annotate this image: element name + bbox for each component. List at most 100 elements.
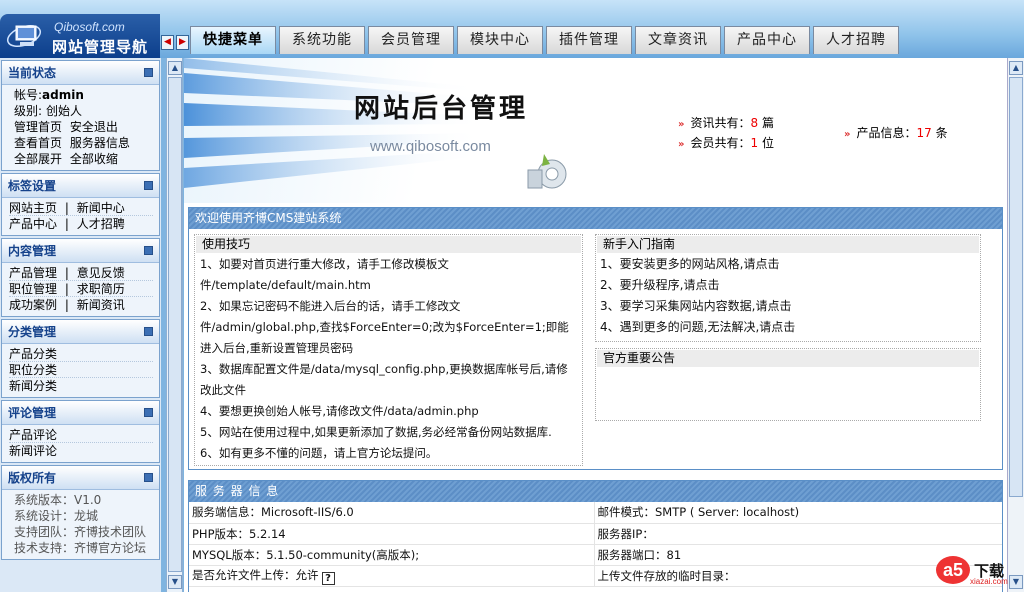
link-site-home[interactable]: 网站主页 (9, 201, 57, 215)
top-tabs: 快捷菜单 系统功能 会员管理 模块中心 插件管理 文章资讯 产品中心 人才招聘 (190, 26, 899, 54)
link-collapse-all[interactable]: 全部收缩 (70, 152, 118, 166)
panel-head-tags[interactable]: 标签设置 (2, 174, 159, 198)
system-version: 系统版本：V1.0 (14, 493, 102, 507)
watermark-logo: a5 (936, 556, 970, 584)
stat-members: » 会员共有：1 位 (678, 134, 774, 151)
link-product-center[interactable]: 产品中心 (9, 217, 57, 231)
link-product-comment[interactable]: 产品评论 (9, 427, 153, 443)
banner: 网站后台管理 www.qibosoft.com » 资讯共有：8 篇 » 会员共有：… (184, 58, 1007, 203)
tips-panel: 使用技巧 1、如要对首页进行重大修改，请手工修改模板文件/template/de… (194, 234, 583, 466)
banner-title: 网站后台管理 (354, 94, 529, 124)
tip-item: 5、网站在使用过程中,如果更新添加了数据,务必经常备份网站数据库. (200, 425, 552, 439)
collapse-left-arrow-icon[interactable]: ◀ (161, 35, 174, 50)
link-view-home[interactable]: 查看首页 (14, 136, 62, 150)
panel-head-category[interactable]: 分类管理 (2, 320, 159, 344)
server-software: 服务端信息：Microsoft-IIS/6.0 (189, 502, 595, 524)
right-scrollbar[interactable]: ▲ ▼ (1007, 58, 1024, 592)
logo-domain: Qibosoft.com (54, 20, 125, 34)
welcome-title: 欢迎使用齐博CMS建站系统 (189, 208, 1002, 229)
link-product-category[interactable]: 产品分类 (9, 346, 153, 362)
panel-head-copyright[interactable]: 版权所有 (2, 466, 159, 490)
top-header: Qibosoft.com 网站管理导航 ◀ ▶ 快捷菜单 系统功能 会员管理 模… (0, 0, 1024, 58)
link-news-category[interactable]: 新闻分类 (9, 378, 153, 394)
link-recruitment[interactable]: 人才招聘 (77, 217, 125, 231)
panel-current-status: 当前状态 帐号:admin 级别: 创始人 管理首页 安全退出 查看首页 服务器信… (1, 60, 160, 171)
tab-products[interactable]: 产品中心 (724, 26, 810, 54)
tips-title: 使用技巧 (196, 236, 581, 253)
logo-title: 网站管理导航 (52, 38, 149, 56)
scroll-thumb[interactable] (1009, 77, 1023, 497)
tab-recruitment[interactable]: 人才招聘 (813, 26, 899, 54)
panel-comment-management: 评论管理 产品评论 新闻评论 (1, 400, 160, 463)
arrow-marker-icon: » (678, 139, 685, 150)
link-product-manage[interactable]: 产品管理 (9, 266, 57, 280)
account-label: 帐号: (14, 88, 43, 102)
stat-unit: 位 (758, 136, 774, 150)
link-feedback[interactable]: 意见反馈 (77, 266, 125, 280)
stat-product-count: 17 (916, 126, 932, 140)
tab-quick-menu[interactable]: 快捷菜单 (190, 26, 276, 54)
link-cases[interactable]: 成功案例 (9, 298, 57, 312)
link-admin-home[interactable]: 管理首页 (14, 120, 62, 134)
scroll-up-icon[interactable]: ▲ (168, 61, 182, 75)
stat-label: 产品信息： (856, 126, 917, 140)
table-row: 是否允许文件上传：允许? 上传文件存放的临时目录： (189, 565, 1002, 587)
scroll-up-icon[interactable]: ▲ (1009, 61, 1023, 75)
stat-label: 会员共有： (690, 136, 751, 150)
scroll-thumb[interactable] (168, 77, 182, 572)
account-value: admin (42, 88, 84, 102)
scroll-down-icon[interactable]: ▼ (168, 575, 182, 589)
panel-head-status[interactable]: 当前状态 (2, 61, 159, 85)
level-value: 创始人 (46, 104, 83, 118)
notice-title: 官方重要公告 (597, 350, 979, 367)
link-news-center[interactable]: 新闻中心 (77, 201, 125, 215)
system-designer: 系统设计：龙城 (14, 509, 99, 523)
collapse-toggle-icon[interactable] (144, 181, 153, 190)
table-row: MYSQL版本：5.1.50-community(高版本); 服务器端口：81 (189, 544, 1002, 566)
tab-system[interactable]: 系统功能 (279, 26, 365, 54)
panel-title: 分类管理 (8, 325, 57, 339)
php-version: PHP版本：5.2.14 (189, 523, 595, 545)
link-server-info[interactable]: 服务器信息 (70, 136, 130, 150)
left-scrollbar[interactable]: ▲ ▼ (166, 58, 183, 592)
expand-right-arrow-icon[interactable]: ▶ (176, 35, 189, 50)
stat-label: 资讯共有： (690, 116, 751, 130)
tab-articles[interactable]: 文章资讯 (635, 26, 721, 54)
tip-item: 1、如要对首页进行重大修改，请手工修改模板文件/template/default… (200, 257, 449, 292)
panel-title: 评论管理 (8, 406, 57, 420)
help-icon[interactable]: ? (321, 571, 335, 585)
panel-head-comment[interactable]: 评论管理 (2, 401, 159, 425)
level-label: 级别: (14, 104, 43, 118)
separator: | (64, 266, 69, 280)
panel-title: 标签设置 (8, 179, 57, 193)
collapse-toggle-icon[interactable] (144, 327, 153, 336)
collapse-toggle-icon[interactable] (144, 473, 153, 482)
link-job-manage[interactable]: 职位管理 (9, 282, 57, 296)
tab-members[interactable]: 会员管理 (368, 26, 454, 54)
upload-allowed: 是否允许文件上传：允许 (192, 567, 319, 582)
tab-modules[interactable]: 模块中心 (457, 26, 543, 54)
main-content: 网站后台管理 www.qibosoft.com » 资讯共有：8 篇 » 会员共有：… (184, 58, 1007, 592)
link-resumes[interactable]: 求职简历 (77, 282, 125, 296)
table-row: 服务端信息：Microsoft-IIS/6.0 邮件模式：SMTP ( Serv… (189, 502, 1002, 524)
guide-item[interactable]: 3、要学习采集网站内容数据,请点击 (596, 296, 980, 317)
computer-logo-icon (6, 24, 42, 48)
guide-item[interactable]: 4、遇到更多的问题,无法解决,请点击 (596, 317, 980, 338)
link-job-category[interactable]: 职位分类 (9, 362, 153, 378)
link-news-comment[interactable]: 新闻评论 (9, 443, 153, 459)
panel-head-content[interactable]: 内容管理 (2, 239, 159, 263)
link-logout[interactable]: 安全退出 (70, 120, 118, 134)
a5-watermark-logo: a5 下载 xiazai.com (936, 556, 1016, 586)
stat-news: » 资讯共有：8 篇 (678, 114, 774, 131)
link-news[interactable]: 新闻资讯 (77, 298, 125, 312)
welcome-box: 欢迎使用齐博CMS建站系统 使用技巧 1、如要对首页进行重大修改，请手工修改模板… (188, 207, 1003, 470)
guide-item[interactable]: 2、要升级程序,请点击 (596, 275, 980, 296)
tech-support: 技术支持：齐博官方论坛 (14, 541, 147, 555)
collapse-toggle-icon[interactable] (144, 68, 153, 77)
link-expand-all[interactable]: 全部展开 (14, 152, 62, 166)
tab-plugins[interactable]: 插件管理 (546, 26, 632, 54)
collapse-toggle-icon[interactable] (144, 408, 153, 417)
guide-item[interactable]: 1、要安装更多的网站风格,请点击 (596, 254, 980, 275)
collapse-toggle-icon[interactable] (144, 246, 153, 255)
panel-title: 当前状态 (8, 66, 57, 80)
